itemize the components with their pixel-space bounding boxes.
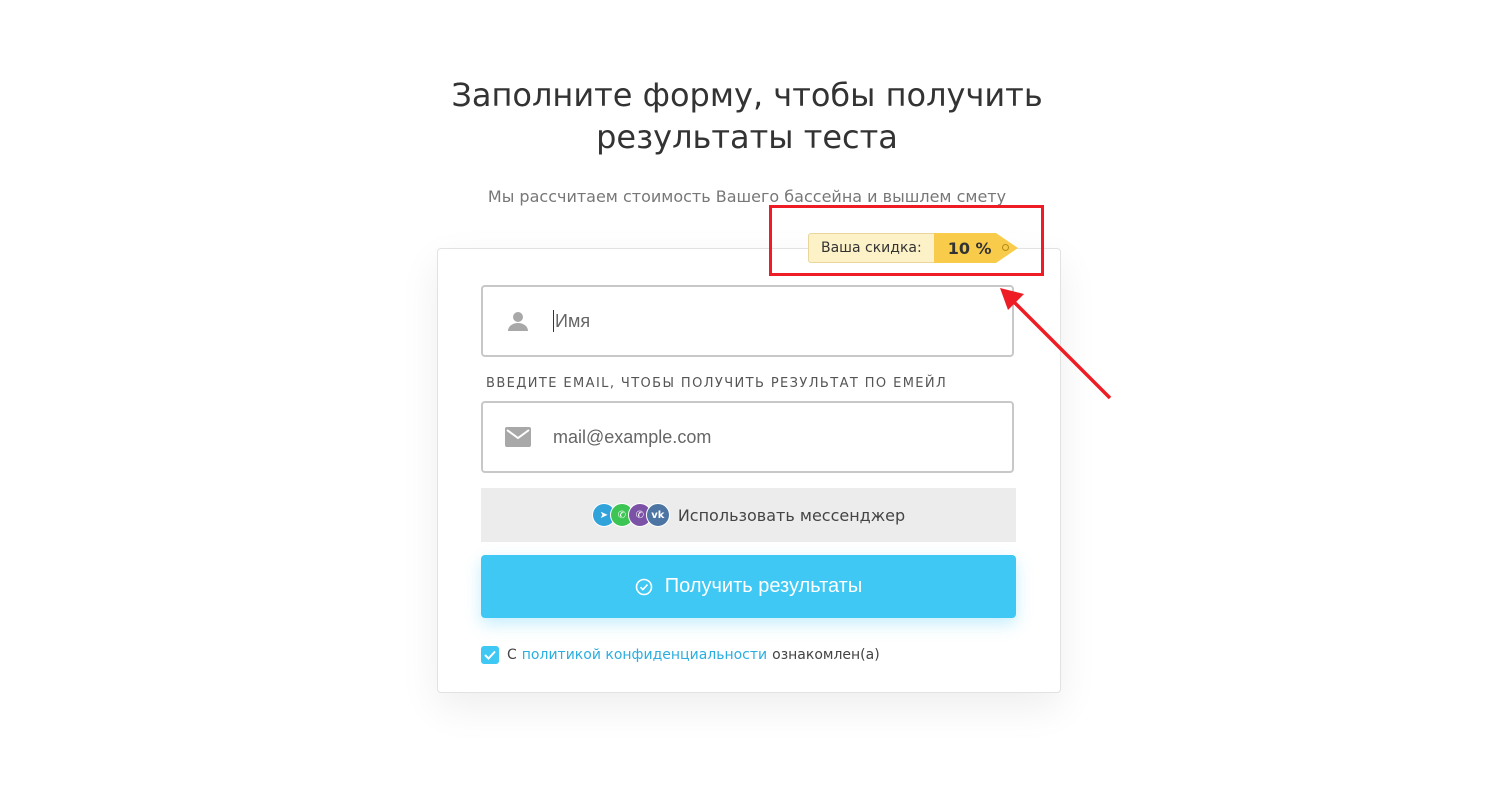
consent-suffix: ознакомлен(а) <box>772 647 880 663</box>
email-field[interactable]: mail@example.com <box>481 401 1014 473</box>
name-input[interactable]: Имя <box>555 311 590 332</box>
page-title: Заполните форму, чтобы получить результа… <box>451 76 1043 156</box>
consent-checkbox[interactable] <box>481 646 499 664</box>
annotation-arrow-icon <box>1000 288 1112 400</box>
vk-icon: vk <box>645 503 670 527</box>
text-caret <box>553 310 554 332</box>
user-icon <box>483 310 553 332</box>
submit-label: Получить результаты <box>664 575 863 597</box>
page-subtitle: Мы рассчитаем стоимость Вашего бассейна … <box>487 187 1007 206</box>
privacy-policy-link[interactable]: политикой конфиденциальности <box>522 647 767 663</box>
messenger-label: Использовать мессенджер <box>677 505 906 525</box>
email-input[interactable]: mail@example.com <box>553 427 711 448</box>
submit-button[interactable]: Получить результаты <box>481 555 1016 618</box>
mail-icon <box>483 427 553 447</box>
email-hint: ВВЕДИТЕ EMAIL, ЧТОБЫ ПОЛУЧИТЬ РЕЗУЛЬТАТ … <box>486 376 948 391</box>
annotation-highlight-box <box>769 205 1044 276</box>
messenger-button[interactable]: ➤ ✆ ✆ vk Использовать мессенджер <box>481 488 1016 542</box>
consent-prefix: С <box>507 647 517 663</box>
consent-row: С политикой конфиденциальности ознакомле… <box>481 646 880 664</box>
check-circle-icon <box>635 578 653 596</box>
name-field[interactable]: Имя <box>481 285 1014 357</box>
messenger-icons: ➤ ✆ ✆ vk <box>591 503 670 527</box>
